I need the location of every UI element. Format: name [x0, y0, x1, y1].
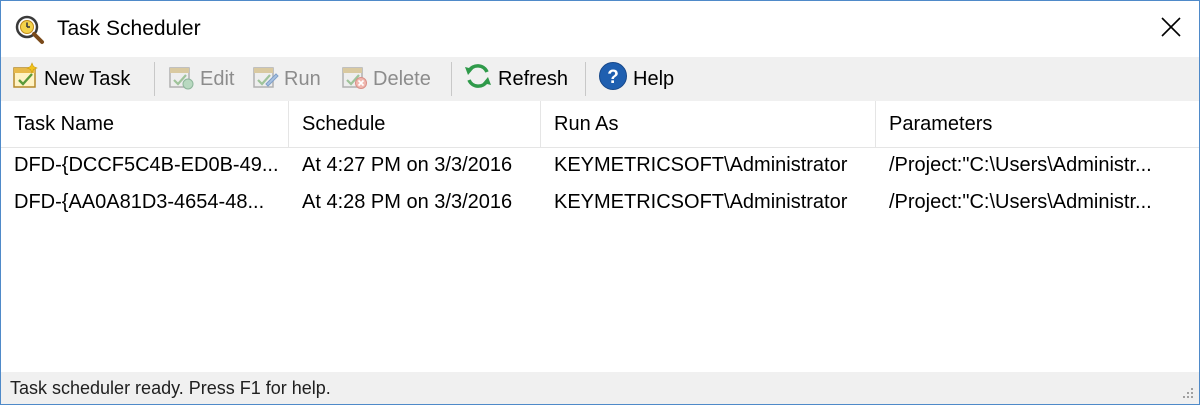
svg-text:?: ?: [607, 67, 619, 88]
refresh-icon: [463, 61, 498, 97]
toolbar-separator: [154, 62, 155, 96]
run-task-icon: [251, 62, 284, 96]
window-title: Task Scheduler: [57, 17, 201, 40]
delete-button[interactable]: Delete: [340, 64, 431, 94]
help-icon: ?: [598, 61, 633, 97]
column-header-parameters[interactable]: Parameters: [876, 101, 1199, 147]
schedule-cell: At 4:28 PM on 3/3/2016: [302, 191, 513, 213]
run-button[interactable]: Run: [251, 64, 321, 94]
title-bar[interactable]: Task Scheduler: [1, 1, 1199, 57]
resize-grip-icon[interactable]: [1181, 386, 1195, 400]
delete-label: Delete: [373, 67, 431, 90]
refresh-button[interactable]: Refresh: [463, 64, 568, 94]
toolbar-separator: [451, 62, 452, 96]
schedule-cell: At 4:27 PM on 3/3/2016: [302, 154, 513, 176]
parameters-cell: /Project:"C:\Users\Administr...: [889, 154, 1152, 176]
task-list[interactable]: Task Name Schedule Run As Parameters DFD…: [1, 101, 1199, 372]
new-task-button[interactable]: New Task: [11, 62, 131, 96]
column-header-schedule[interactable]: Schedule: [289, 101, 541, 147]
run-as-cell: KEYMETRICSOFT\Administrator: [554, 154, 848, 176]
list-header: Task Name Schedule Run As Parameters: [1, 101, 1199, 148]
edit-label: Edit: [200, 67, 235, 90]
status-text: Task scheduler ready. Press F1 for help.: [10, 378, 331, 398]
edit-button[interactable]: Edit: [167, 64, 234, 94]
task-name-cell: DFD-{AA0A81D3-4654-48...: [14, 191, 265, 213]
column-header-run-as[interactable]: Run As: [541, 101, 876, 147]
help-button[interactable]: ? Help: [598, 61, 675, 97]
edit-task-icon: [167, 62, 200, 96]
task-scheduler-window: Task Scheduler New Task Edit Run Delete …: [0, 0, 1200, 405]
new-task-label: New Task: [44, 67, 131, 90]
delete-task-icon: [340, 62, 373, 96]
status-bar: Task scheduler ready. Press F1 for help.: [1, 372, 1199, 404]
close-icon: [1160, 16, 1182, 43]
toolbar: New Task Edit Run Delete Refresh ? Help: [1, 57, 1199, 101]
help-label: Help: [633, 67, 675, 90]
table-row[interactable]: DFD-{DCCF5C4B-ED0B-49... At 4:27 PM on 3…: [1, 147, 1199, 184]
toolbar-separator: [585, 62, 586, 96]
new-task-icon: [11, 62, 44, 96]
table-row[interactable]: DFD-{AA0A81D3-4654-48... At 4:28 PM on 3…: [1, 184, 1199, 221]
task-name-cell: DFD-{DCCF5C4B-ED0B-49...: [14, 154, 279, 176]
parameters-cell: /Project:"C:\Users\Administr...: [889, 191, 1152, 213]
close-button[interactable]: [1143, 1, 1199, 57]
column-header-task-name[interactable]: Task Name: [1, 101, 289, 147]
run-as-cell: KEYMETRICSOFT\Administrator: [554, 191, 848, 213]
magnifier-clock-icon: [15, 15, 45, 45]
run-label: Run: [284, 67, 321, 90]
refresh-label: Refresh: [498, 67, 569, 90]
